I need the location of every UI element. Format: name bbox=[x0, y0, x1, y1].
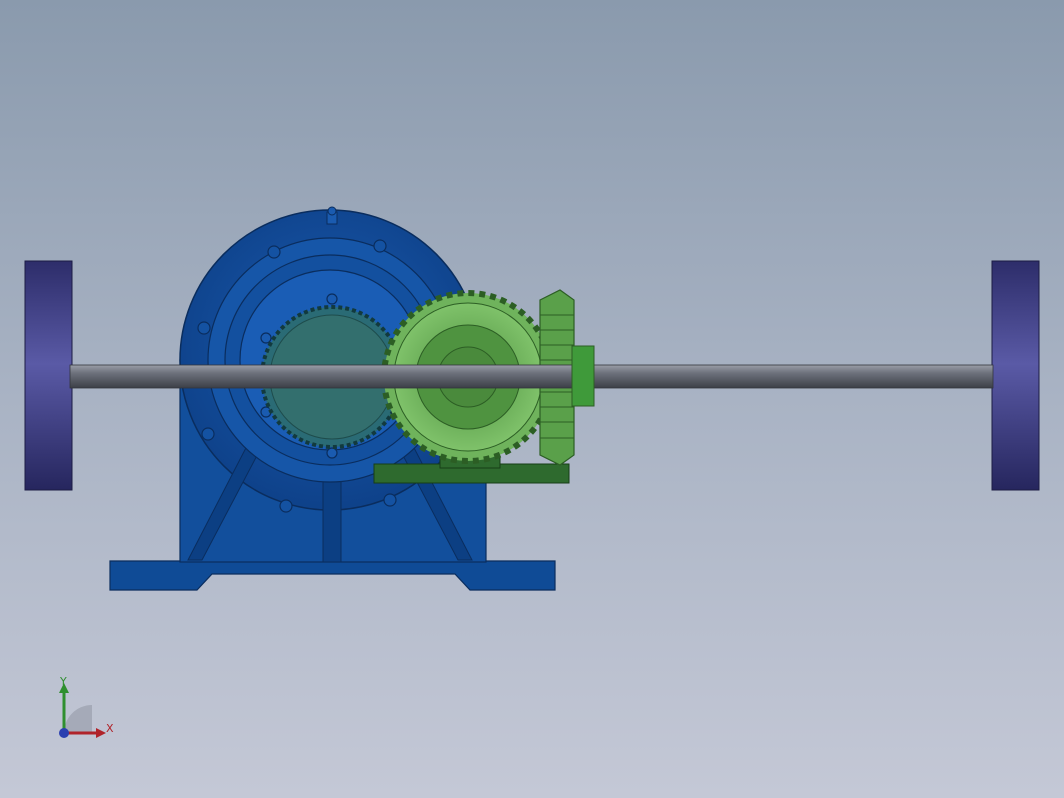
right-wheel[interactable] bbox=[991, 260, 1040, 491]
coordinate-triad: Y X bbox=[59, 675, 114, 738]
axle[interactable] bbox=[69, 364, 994, 389]
x-axis-label: X bbox=[106, 722, 114, 735]
z-axis bbox=[59, 728, 69, 738]
left-wheel[interactable] bbox=[24, 260, 73, 491]
pinion-hub bbox=[571, 345, 595, 407]
triad-plane-indicator bbox=[64, 705, 92, 733]
cad-model[interactable] bbox=[0, 0, 1064, 798]
graphics-viewport[interactable]: Y X bbox=[0, 0, 1064, 798]
y-axis-label: Y bbox=[59, 675, 67, 688]
